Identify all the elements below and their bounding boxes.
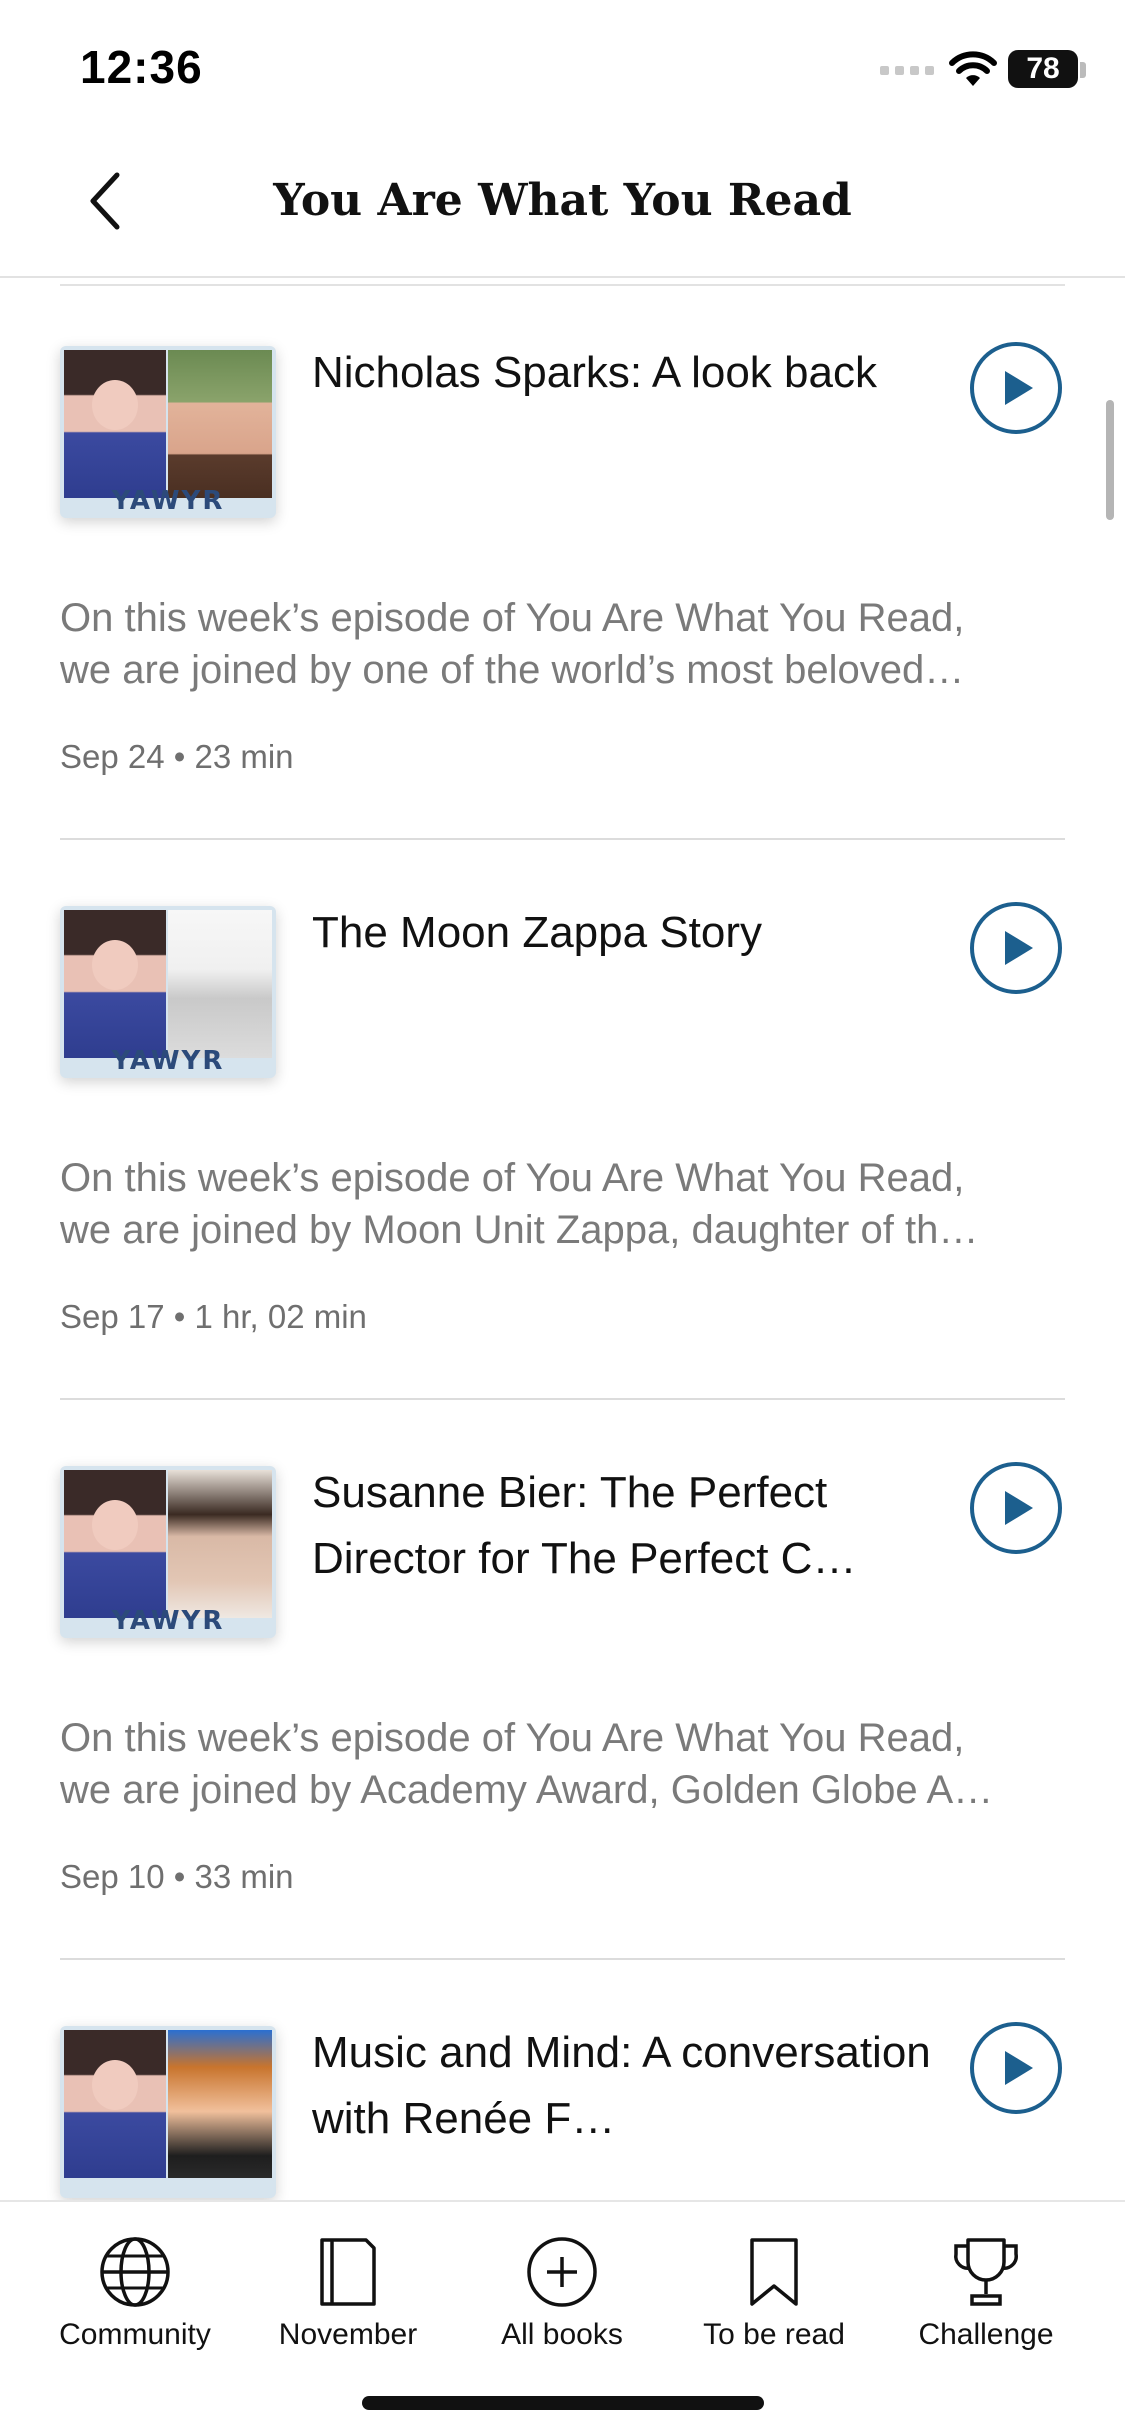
guest-photo <box>168 350 272 498</box>
episode-item[interactable]: YAWYR The Moon Zappa Story On this week’… <box>60 840 1065 1400</box>
episode-title[interactable]: Music and Mind: A conversation with René… <box>312 2020 972 2152</box>
battery-cap <box>1080 62 1086 78</box>
episode-title[interactable]: Susanne Bier: The Perfect Director for T… <box>312 1460 972 1592</box>
episode-meta: Sep 17 • 1 hr, 02 min <box>60 1298 367 1335</box>
plus-circle-icon <box>527 2237 597 2307</box>
tab-community[interactable]: Community <box>35 2232 235 2352</box>
scrollbar[interactable] <box>1106 400 1114 520</box>
globe-icon <box>100 2237 170 2307</box>
episode-cover-image: YAWYR <box>60 346 276 518</box>
host-photo <box>64 1470 166 1618</box>
episode-meta: Sep 10 • 33 min <box>60 1858 294 1895</box>
episode-item[interactable]: Music and Mind: A conversation with René… <box>60 1960 1065 2200</box>
episode-title[interactable]: Nicholas Sparks: A look back <box>312 340 972 406</box>
description-line: we are joined by Moon Unit Zappa, daught… <box>60 1208 979 1252</box>
cellular-signal-icon <box>880 66 934 75</box>
episode-title[interactable]: The Moon Zappa Story <box>312 900 972 966</box>
play-button[interactable] <box>970 902 1062 994</box>
page-title: You Are What You Read <box>273 175 852 226</box>
episode-cover-image: YAWYR <box>60 906 276 1078</box>
tab-label: November <box>278 2318 418 2351</box>
play-button[interactable] <box>970 2022 1062 2114</box>
tab-label: All books <box>501 2318 623 2351</box>
cover-label: YAWYR <box>111 486 225 516</box>
bookmark-icon <box>750 2238 798 2306</box>
trophy-icon <box>954 2238 1018 2306</box>
episode-item[interactable]: YAWYR Nicholas Sparks: A look back On th… <box>60 280 1065 840</box>
tab-label: Challenge <box>918 2318 1054 2351</box>
episode-description: On this week’s episode of You Are What Y… <box>60 1152 1065 1256</box>
play-icon <box>1005 371 1033 405</box>
episode-meta: Sep 24 • 23 min <box>60 738 294 775</box>
tab-to-be-read[interactable]: To be read <box>674 2232 874 2352</box>
play-button[interactable] <box>970 342 1062 434</box>
tab-label: Community <box>59 2318 211 2351</box>
description-line: On this week’s episode of You Are What Y… <box>60 1156 965 1200</box>
battery-icon: 78 <box>1008 50 1078 88</box>
tab-all-books[interactable]: All books <box>462 2232 662 2352</box>
host-photo <box>64 350 166 498</box>
book-icon <box>320 2238 376 2306</box>
play-icon <box>1005 931 1033 965</box>
description-line: we are joined by one of the world’s most… <box>60 648 965 692</box>
tab-challenge[interactable]: Challenge <box>886 2232 1086 2352</box>
episode-cover-image: YAWYR <box>60 1466 276 1638</box>
status-bar: 12:36 78 <box>0 0 1125 130</box>
play-button[interactable] <box>970 1462 1062 1554</box>
cover-label: YAWYR <box>111 1606 225 1636</box>
episode-description: On this week’s episode of You Are What Y… <box>60 592 1065 696</box>
cover-label: YAWYR <box>111 1046 225 1076</box>
guest-photo <box>168 910 272 1058</box>
episode-item[interactable]: YAWYR Susanne Bier: The Perfect Director… <box>60 1400 1065 1960</box>
guest-photo <box>168 2030 272 2178</box>
wifi-icon <box>949 51 997 86</box>
status-time: 12:36 <box>80 41 203 93</box>
nav-header: You Are What You Read <box>0 130 1125 278</box>
home-indicator[interactable] <box>362 2396 764 2410</box>
tab-november[interactable]: November <box>248 2232 448 2352</box>
episode-description: On this week’s episode of You Are What Y… <box>60 1712 1065 1816</box>
description-line: we are joined by Academy Award, Golden G… <box>60 1768 994 1812</box>
tab-label: To be read <box>703 2318 845 2351</box>
host-photo <box>64 2030 166 2178</box>
episode-list[interactable]: YAWYR Nicholas Sparks: A look back On th… <box>0 280 1125 2200</box>
play-icon <box>1005 1491 1033 1525</box>
description-line: On this week’s episode of You Are What Y… <box>60 596 965 640</box>
description-line: On this week’s episode of You Are What Y… <box>60 1716 965 1760</box>
host-photo <box>64 910 166 1058</box>
episode-cover-image <box>60 2026 276 2198</box>
guest-photo <box>168 1470 272 1618</box>
play-icon <box>1005 2051 1033 2085</box>
